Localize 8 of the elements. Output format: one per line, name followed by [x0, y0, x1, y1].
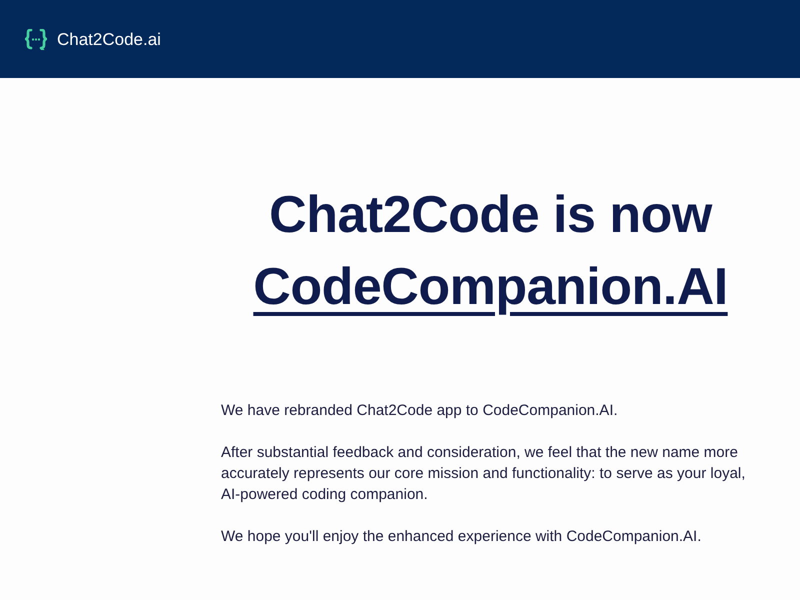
new-name-link[interactable]: CodeCompanion.AI: [253, 258, 728, 316]
body-paragraph: After substantial feedback and consideration, we feel that the new name more accurately represents our core mission and functionality: to serve as your loyal, AI-powered coding companion.: [221, 443, 746, 505]
body-paragraph: We have rebranded Chat2Code app to CodeCompanion.AI.: [221, 401, 619, 421]
headline-text: Chat2Code is now: [268, 185, 714, 246]
brand-logo-link[interactable]: Chat2Code.ai: [25, 28, 161, 50]
brand-name: Chat2Code.ai: [57, 30, 161, 48]
code-chat-bubble-icon: [25, 28, 47, 50]
body-paragraph: We hope you'll enjoy the enhanced experience with CodeCompanion.AI.: [221, 527, 702, 547]
